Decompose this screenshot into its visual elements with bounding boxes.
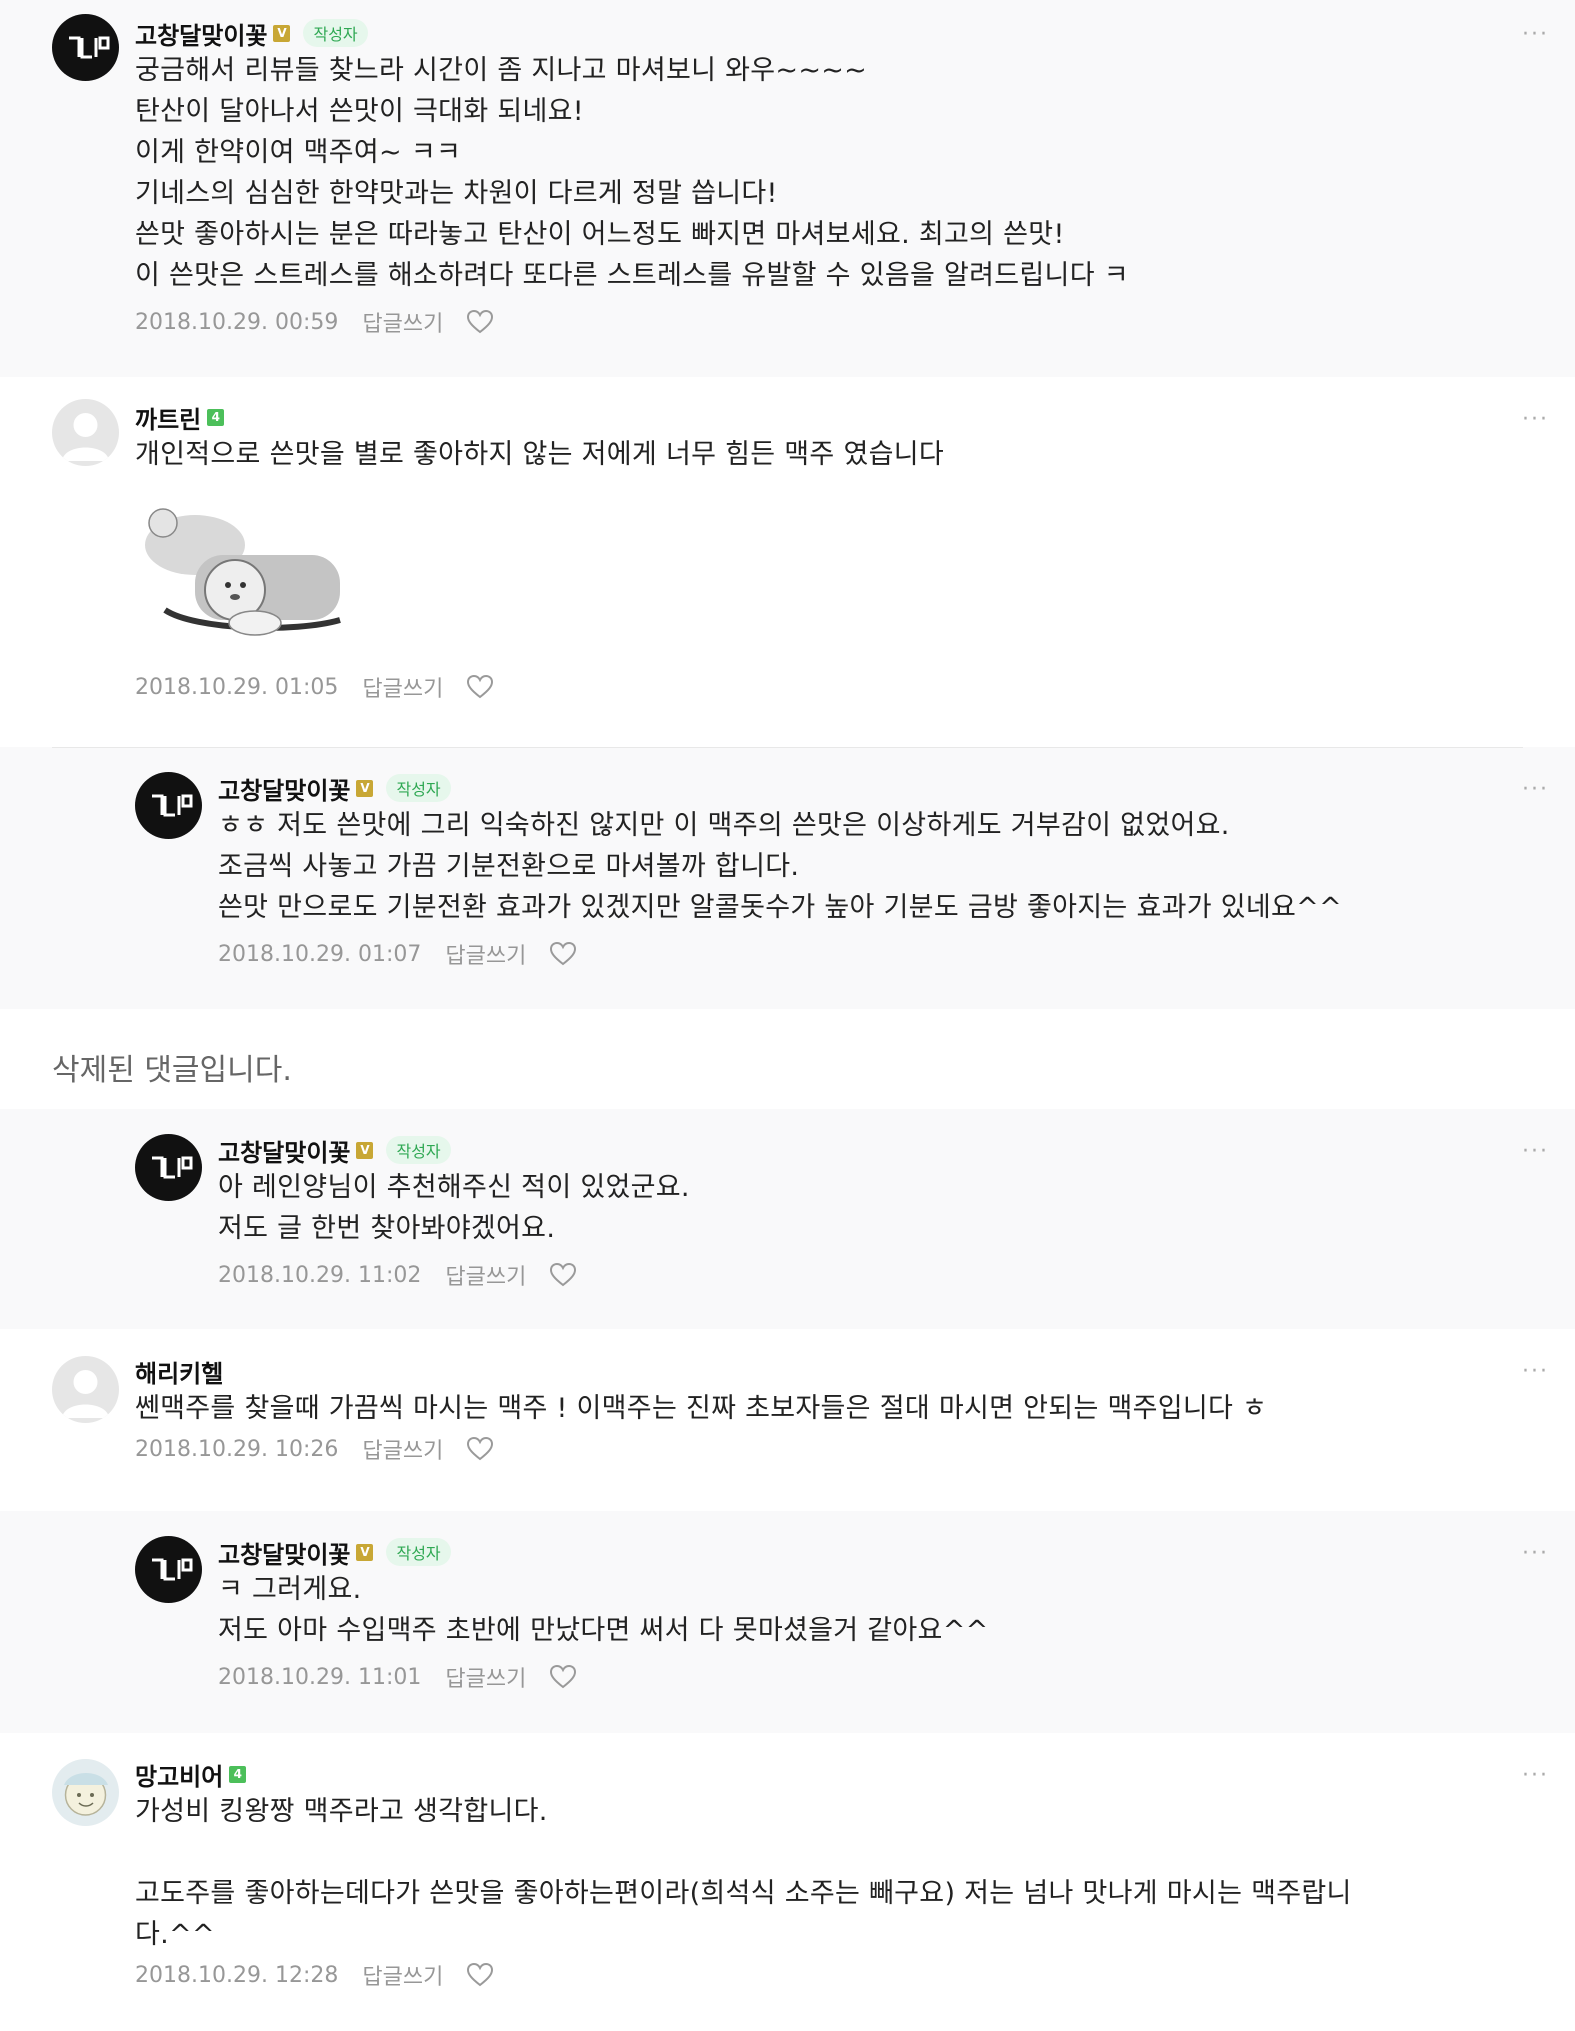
author-tag: 작성자 — [386, 1538, 451, 1566]
comment-reply: 고창달맞이꽃 V 작성자 ㅎㅎ 저도 쓴맛에 그리 익숙하진 않지만 이 맥주의… — [0, 747, 1575, 1009]
brand-logo-icon — [152, 794, 193, 817]
comment-date: 2018.10.29. 01:05 — [135, 674, 339, 700]
author-tag: 작성자 — [303, 19, 368, 47]
default-profile-icon — [62, 1370, 109, 1418]
comment-text: 개인적으로 쓴맛을 별로 좋아하지 않는 저에게 너무 힘든 맥주 였습니다 — [135, 439, 945, 470]
comment-text: 아 레인양님이 추천해주신 적이 있었군요. 저도 글 한번 찾아봐야겠어요. — [218, 1172, 690, 1244]
default-profile-icon — [62, 413, 109, 461]
comment: 망고비어 4 가성비 킹왕짱 맥주라고 생각합니다. 고도주를 좋아하는데다가 … — [0, 1733, 1575, 2029]
more-options-icon[interactable]: ··· — [1522, 22, 1549, 47]
heart-icon[interactable] — [465, 1434, 495, 1464]
more-options-icon[interactable]: ··· — [1522, 407, 1549, 432]
reply-button[interactable]: 답글쓰기 — [362, 306, 443, 338]
heart-icon[interactable] — [548, 1260, 578, 1290]
avatar[interactable] — [135, 1134, 202, 1201]
member-level-badge: V — [356, 1141, 374, 1159]
comment-date: 2018.10.29. 10:26 — [135, 1436, 339, 1462]
nickname[interactable]: 고창달맞이꽃 — [218, 771, 350, 806]
comment-text: 쎈맥주를 찾을때 가끔씩 마시는 맥주 ! 이맥주는 진짜 초보자들은 절대 마… — [135, 1393, 1268, 1424]
nickname[interactable]: 까트린 — [135, 400, 201, 435]
nickname[interactable]: 고창달맞이꽃 — [218, 1535, 350, 1570]
reply-button[interactable]: 답글쓰기 — [445, 1259, 526, 1291]
brand-logo-icon — [69, 36, 110, 59]
nickname[interactable]: 고창달맞이꽃 — [135, 16, 267, 51]
avatar[interactable] — [52, 1759, 119, 1826]
heart-icon[interactable] — [548, 1662, 578, 1692]
author-tag: 작성자 — [386, 774, 451, 802]
comment-date: 2018.10.29. 11:02 — [218, 1262, 422, 1288]
reply-button[interactable]: 답글쓰기 — [362, 1433, 443, 1465]
more-options-icon[interactable]: ··· — [1522, 1359, 1549, 1384]
heart-icon[interactable] — [465, 1960, 495, 1990]
avatar[interactable] — [52, 1356, 119, 1423]
heart-icon[interactable] — [548, 939, 578, 969]
avatar[interactable] — [135, 1536, 202, 1603]
brand-logo-icon — [152, 1558, 193, 1581]
comment-date: 2018.10.29. 12:28 — [135, 1962, 339, 1988]
comment: 까트린 4 개인적으로 쓴맛을 별로 좋아하지 않는 저에게 너무 힘든 맥주 … — [0, 377, 1575, 747]
nickname[interactable]: 망고비어 — [135, 1757, 223, 1792]
reply-button[interactable]: 답글쓰기 — [362, 1959, 443, 1991]
avatar[interactable] — [52, 14, 119, 81]
author-tag: 작성자 — [386, 1136, 451, 1164]
more-options-icon[interactable]: ··· — [1522, 1541, 1549, 1566]
comment: 해리키헬 쎈맥주를 찾을때 가끔씩 마시는 맥주 ! 이맥주는 진짜 초보자들은… — [0, 1329, 1575, 1511]
comment-text: ㅋ 그러게요. 저도 아마 수입맥주 초반에 만났다면 써서 다 못마셨을거 같… — [218, 1574, 989, 1646]
deleted-comment: 삭제된 댓글입니다. — [52, 1053, 292, 1088]
reply-button[interactable]: 답글쓰기 — [362, 671, 443, 703]
reply-button[interactable]: 답글쓰기 — [445, 938, 526, 970]
avatar[interactable] — [52, 399, 119, 466]
divider — [52, 747, 1523, 748]
member-level-badge: 4 — [229, 1765, 247, 1783]
member-level-badge: 4 — [207, 408, 225, 426]
more-options-icon[interactable]: ··· — [1522, 1139, 1549, 1164]
nickname[interactable]: 고창달맞이꽃 — [218, 1133, 350, 1168]
comment-date: 2018.10.29. 01:07 — [218, 941, 422, 967]
heart-icon[interactable] — [465, 307, 495, 337]
comment-text: ㅎㅎ 저도 쓴맛에 그리 익숙하진 않지만 이 맥주의 쓴맛은 이상하게도 거부… — [218, 810, 1343, 923]
sticker-image — [145, 508, 341, 636]
comment-reply: 고창달맞이꽃 V 작성자 ㅋ 그러게요. 저도 아마 수입맥주 초반에 만났다면… — [0, 1511, 1575, 1733]
more-options-icon[interactable]: ··· — [1522, 777, 1549, 802]
avatar[interactable] — [135, 772, 202, 839]
profile-photo-icon — [64, 1773, 108, 1816]
member-level-badge: V — [273, 24, 291, 42]
heart-icon[interactable] — [465, 672, 495, 702]
member-level-badge: V — [356, 779, 374, 797]
brand-logo-icon — [152, 1156, 193, 1179]
comment-text: 궁금해서 리뷰들 찾느라 시간이 좀 지나고 마셔보니 와우~~~~ 탄산이 달… — [135, 55, 1129, 291]
comment-date: 2018.10.29. 00:59 — [135, 309, 339, 335]
comment: 고창달맞이꽃 V 작성자 궁금해서 리뷰들 찾느라 시간이 좀 지나고 마셔보니… — [0, 0, 1575, 377]
comment-date: 2018.10.29. 11:01 — [218, 1664, 422, 1690]
reply-button[interactable]: 답글쓰기 — [445, 1661, 526, 1693]
member-level-badge: V — [356, 1543, 374, 1561]
more-options-icon[interactable]: ··· — [1522, 1763, 1549, 1788]
comment-text: 가성비 킹왕짱 맥주라고 생각합니다. 고도주를 좋아하는데다가 쓴맛을 좋아하… — [135, 1796, 1352, 1950]
comment-reply: 고창달맞이꽃 V 작성자 아 레인양님이 추천해주신 적이 있었군요. 저도 글… — [0, 1109, 1575, 1329]
nickname[interactable]: 해리키헬 — [135, 1354, 223, 1389]
